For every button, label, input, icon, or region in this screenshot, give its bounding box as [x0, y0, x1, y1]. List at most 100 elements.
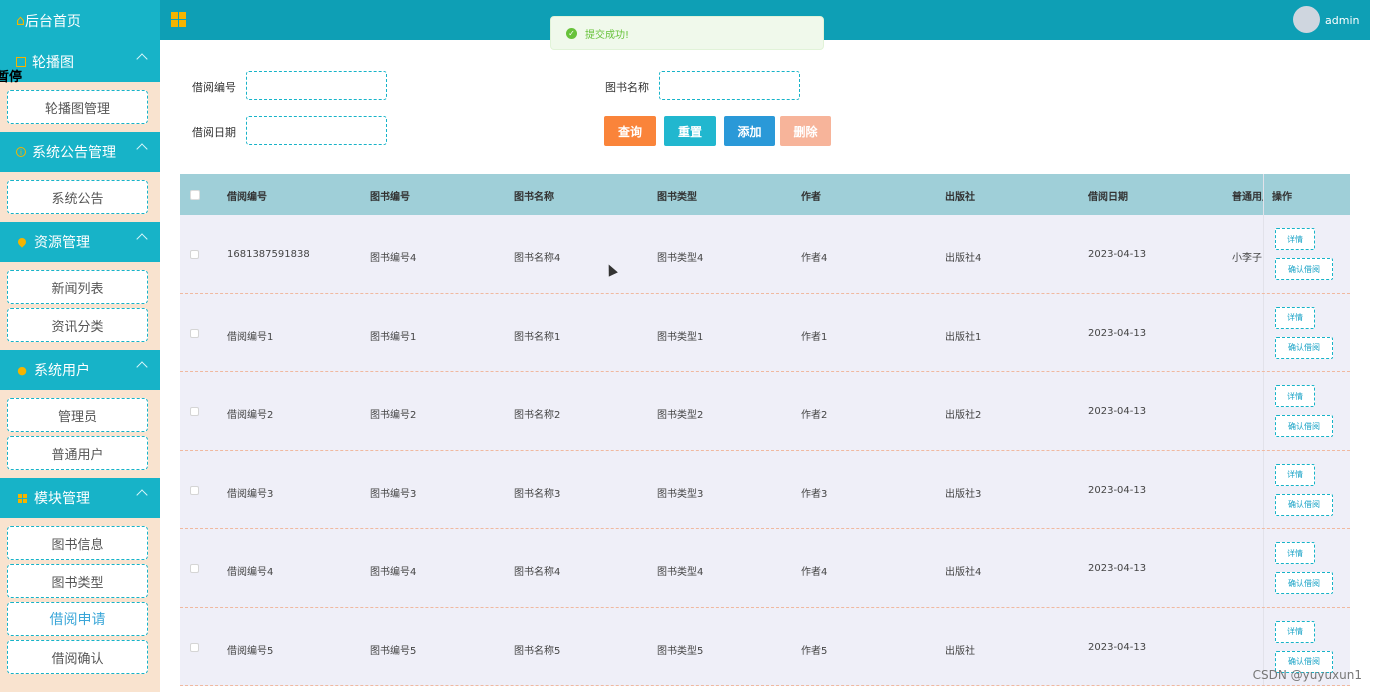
table-row: 借阅编号3 图书编号3 图书名称3 图书类型3 作者3 出版社3 2023-04-13 详情确…: [180, 450, 1350, 529]
menu-grid-icon[interactable]: [171, 12, 186, 27]
location-pin-icon: [16, 236, 28, 248]
detail-button[interactable]: 详情: [1275, 385, 1315, 407]
confirm-borrow-button[interactable]: 确认借阅: [1275, 493, 1333, 516]
user-icon: ●: [17, 363, 27, 377]
row-checkbox[interactable]: [190, 328, 199, 338]
header-author: 作者: [801, 192, 821, 203]
nav-item-borrow-apply[interactable]: 借阅申请: [7, 602, 148, 636]
pause-overlay-text: 暂停: [0, 70, 23, 85]
cell-borrow-no: 借阅编号2: [227, 410, 274, 421]
row-actions: 详情 确认借阅: [1263, 372, 1350, 450]
row-checkbox[interactable]: [190, 407, 199, 416]
nav-item-notice[interactable]: 系统公告: [7, 180, 148, 214]
nav-item-admin[interactable]: 管理员: [7, 398, 148, 432]
delete-button[interactable]: 删除: [780, 116, 831, 146]
row-checkbox[interactable]: [190, 642, 199, 652]
borrow-date-label: 借阅日期: [192, 126, 236, 139]
row-actions: 详情 确认借阅: [1263, 529, 1350, 607]
borrow-no-input[interactable]: [246, 71, 387, 100]
cell-borrow-date: 2023-04-13: [1088, 249, 1147, 260]
cell-publisher: 出版社: [945, 645, 975, 657]
cell-publisher: 出版社3: [945, 488, 982, 500]
confirm-borrow-button[interactable]: 确认借阅: [1275, 572, 1333, 594]
cell-book-type: 图书类型3: [657, 488, 704, 500]
row-actions: 详情 确认借阅: [1263, 293, 1350, 371]
main-content: 借阅编号 图书名称 借阅日期 查询 重置 添加 删除 借阅编号 图书编号 图书名…: [160, 40, 1370, 692]
watermark: CSDN @yuyuxun1: [1252, 668, 1362, 682]
nav-item-book-type[interactable]: 图书类型: [7, 564, 148, 598]
cell-book-type: 图书类型5: [657, 645, 704, 657]
chevron-up-icon: [136, 233, 148, 245]
row-actions: 详情 确认借阅: [1263, 450, 1350, 528]
cell-book-no: 图书编号4: [370, 253, 417, 264]
cell-author: 作者3: [801, 488, 828, 500]
nav-item-book-info[interactable]: 图书信息: [7, 526, 148, 560]
nav-group-notice[interactable]: i 系统公告管理: [0, 132, 160, 172]
avatar[interactable]: [1293, 6, 1320, 33]
nav-group-resources[interactable]: 资源管理: [0, 222, 160, 262]
nav-group-modules[interactable]: 模块管理: [0, 478, 160, 518]
header-operation: 操作: [1272, 192, 1292, 203]
nav-group-label: 模块管理: [34, 491, 90, 507]
nav-item-news-list[interactable]: 新闻列表: [7, 270, 148, 304]
cell-book-no: 图书编号1: [370, 331, 417, 343]
cell-borrow-date: 2023-04-13: [1088, 484, 1147, 496]
confirm-borrow-button[interactable]: 确认借阅: [1275, 415, 1333, 437]
reset-button[interactable]: 重置: [664, 116, 716, 146]
table-row: 借阅编号1 图书编号1 图书名称1 图书类型1 作者1 出版社1 2023-04-13 详情确…: [180, 293, 1350, 372]
chevron-up-icon: [136, 53, 148, 65]
nav-item-carousel-manage[interactable]: 轮播图管理: [7, 90, 148, 124]
nav-group-carousel[interactable]: 轮播图: [0, 42, 160, 82]
confirm-borrow-button[interactable]: 确认借阅: [1275, 258, 1333, 280]
detail-button[interactable]: 详情: [1275, 542, 1315, 564]
cell-book-type: 图书类型4: [657, 253, 704, 264]
query-button[interactable]: 查询: [604, 116, 656, 146]
cell-book-type: 图书类型1: [657, 331, 704, 343]
success-toast: ✓ 提交成功!: [550, 16, 824, 50]
add-button[interactable]: 添加: [724, 116, 775, 146]
cell-book-no: 图书编号4: [370, 567, 417, 578]
table-row: 1681387591838 图书编号4 图书名称4 图书类型4 作者4 出版社4 2023-…: [180, 215, 1350, 294]
book-name-input[interactable]: [659, 71, 800, 100]
cell-borrow-date: 2023-04-13: [1088, 406, 1147, 417]
nav-item-news-category[interactable]: 资讯分类: [7, 308, 148, 342]
row-checkbox[interactable]: [190, 564, 199, 573]
detail-button[interactable]: 详情: [1275, 228, 1315, 250]
cell-book-type: 图书类型4: [657, 567, 704, 578]
cell-book-type: 图书类型2: [657, 410, 704, 421]
confirm-borrow-button[interactable]: 确认借阅: [1275, 336, 1333, 359]
cell-book-name: 图书名称4: [514, 253, 561, 264]
cell-publisher: 出版社1: [945, 331, 982, 343]
table-row: 借阅编号2 图书编号2 图书名称2 图书类型2 作者2 出版社2 2023-04-13 详情确…: [180, 372, 1350, 451]
nav-item-normal-user[interactable]: 普通用户: [7, 436, 148, 470]
toast-message: 提交成功!: [585, 29, 630, 41]
nav-home-label: 后台首页: [24, 14, 81, 30]
nav-group-label: 资源管理: [34, 235, 90, 251]
cell-publisher: 出版社2: [945, 410, 982, 421]
user-name[interactable]: admin: [1325, 14, 1359, 27]
detail-button[interactable]: 详情: [1275, 306, 1315, 329]
nav-group-label: 系统用户: [34, 363, 90, 379]
detail-button[interactable]: 详情: [1275, 463, 1315, 486]
row-actions: 详情 确认借阅: [1263, 215, 1350, 293]
home-icon: ⌂: [16, 13, 25, 29]
sidebar: ⌂ 后台首页 轮播图 轮播图管理 i 系统公告管理 系统公告 资源管理 新闻列表…: [0, 0, 160, 692]
nav-item-borrow-confirm[interactable]: 借阅确认: [7, 640, 148, 674]
cell-book-no: 图书编号2: [370, 410, 417, 421]
nav-home[interactable]: ⌂ 后台首页: [0, 0, 160, 42]
cell-author: 作者4: [801, 567, 828, 578]
row-checkbox[interactable]: [190, 250, 199, 259]
header-borrow-no: 借阅编号: [227, 192, 267, 203]
cell-author: 作者1: [801, 331, 828, 343]
borrow-date-input[interactable]: [246, 116, 387, 145]
chevron-up-icon: [136, 143, 148, 155]
chevron-up-icon: [136, 489, 148, 501]
select-all-checkbox[interactable]: [190, 190, 200, 200]
check-circle-icon: ✓: [566, 27, 577, 39]
cell-borrow-no: 借阅编号5: [227, 645, 274, 657]
nav-group-users[interactable]: ● 系统用户: [0, 350, 160, 390]
detail-button[interactable]: 详情: [1275, 620, 1315, 643]
cell-author: 作者2: [801, 410, 828, 421]
row-checkbox[interactable]: [190, 485, 199, 495]
chevron-up-icon: [136, 361, 148, 373]
